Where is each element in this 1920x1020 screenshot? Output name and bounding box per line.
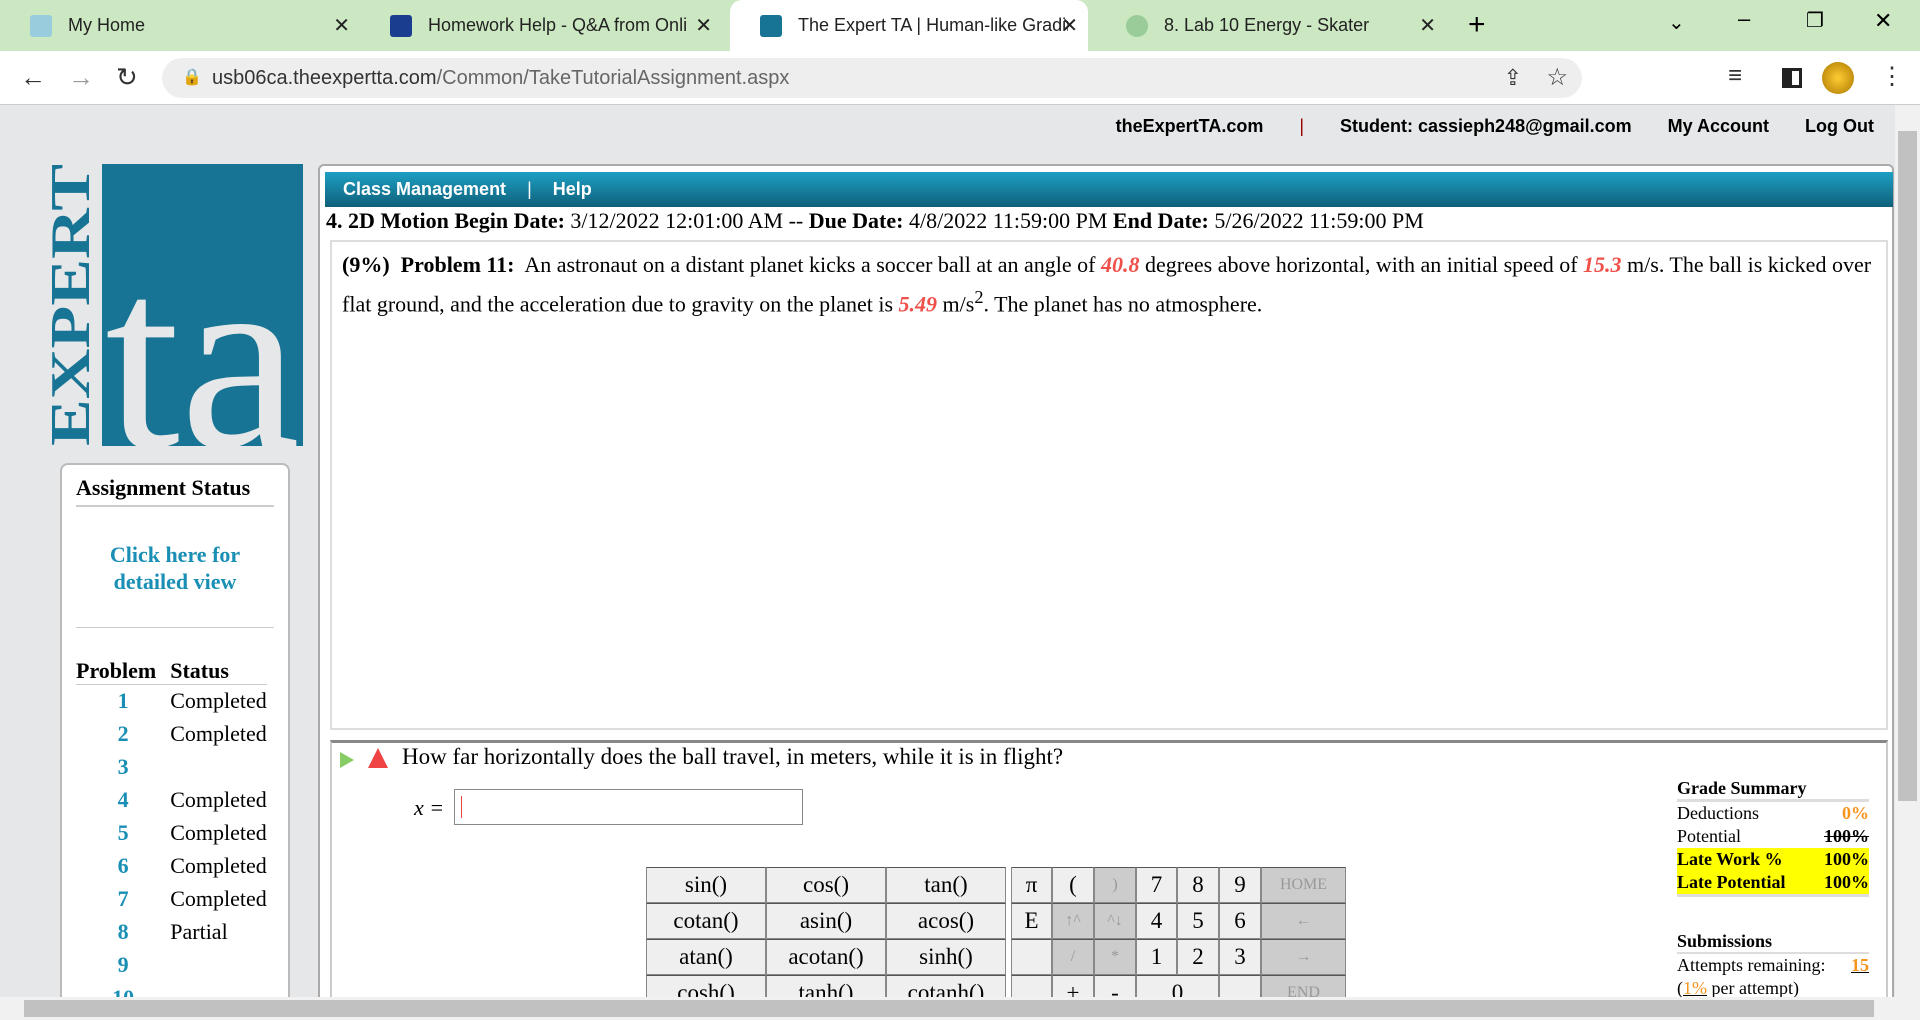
key-button[interactable]: E: [1011, 903, 1052, 939]
key-button[interactable]: sinh(): [886, 939, 1006, 975]
share-icon[interactable]: ⇪: [1504, 58, 1522, 98]
horizontal-scrollbar[interactable]: [0, 997, 1920, 1020]
my-account-link[interactable]: My Account: [1668, 116, 1769, 137]
expertta-icon: [760, 14, 782, 37]
tab-lab-energy[interactable]: 8. Lab 10 Energy - Skater ✕: [1096, 0, 1446, 51]
key-button[interactable]: HOME: [1261, 867, 1346, 903]
answer-label: x =: [414, 795, 445, 820]
table-row: 5 Completed: [117, 820, 267, 845]
menu-icon[interactable]: ⋮: [1880, 62, 1904, 91]
table-row: 3: [117, 754, 129, 779]
key-button[interactable]: 2: [1177, 939, 1219, 975]
table-row: 6 Completed: [117, 853, 267, 878]
key-button[interactable]: acos(): [886, 903, 1006, 939]
key-button[interactable]: →: [1261, 939, 1346, 975]
grade-summary: Grade Summary Deductions 0% Potential 100%…: [1677, 778, 1869, 998]
logout-link[interactable]: Log Out: [1805, 116, 1874, 137]
detailed-view-link[interactable]: Click here for detailed view: [62, 541, 288, 595]
key-button[interactable]: cotan(): [646, 903, 766, 939]
media-icon[interactable]: ≡: [1728, 62, 1742, 90]
expertta-logo: EXPERT ta: [47, 164, 303, 446]
key-button[interactable]: ↑^: [1052, 903, 1094, 939]
tab-expert-ta[interactable]: The Expert TA | Human-like Grading ✕: [730, 0, 1088, 51]
key-button[interactable]: asin(): [766, 903, 886, 939]
key-button[interactable]: tan(): [886, 867, 1006, 903]
tab-bar: My Home ✕ Homework Help - Q&A from Online…: [0, 0, 1920, 51]
table-row: 9: [117, 952, 129, 977]
assignment-status-panel: Assignment Status Click here for detaile…: [60, 463, 290, 1010]
forward-icon[interactable]: →: [68, 62, 94, 93]
avatar[interactable]: [1822, 62, 1854, 94]
key-button[interactable]: (: [1052, 867, 1094, 903]
tab-homework-help[interactable]: Homework Help - Q&A from Online ✕: [360, 0, 722, 51]
assignment-status-title: Assignment Status: [76, 475, 274, 507]
key-button[interactable]: 6: [1219, 903, 1261, 939]
key-button[interactable]: 7: [1136, 867, 1177, 903]
restore-button[interactable]: ❐: [1806, 8, 1824, 33]
sidepanel-icon[interactable]: [1782, 68, 1802, 88]
close-icon[interactable]: ✕: [1419, 13, 1436, 38]
warning-icon: [368, 748, 388, 768]
svg-text:ta: ta: [105, 215, 300, 446]
key-button[interactable]: /: [1052, 939, 1094, 975]
key-button[interactable]: cos(): [766, 867, 886, 903]
problem-statement: (9%) Problem 11: An astronaut on a dista…: [330, 240, 1888, 730]
star-shield-icon: [390, 14, 412, 37]
key-button[interactable]: π: [1011, 867, 1052, 903]
assignment-header: 4. 2D Motion Begin Date: 3/12/2022 12:01…: [326, 208, 1424, 233]
reload-icon[interactable]: ↻: [116, 62, 138, 93]
student-label: Student: cassieph248@gmail.com: [1340, 116, 1632, 136]
problem-status-table: Problem Status 1 Completed 2 Completed 3 4C…: [76, 658, 267, 1015]
key-button[interactable]: 1: [1136, 939, 1177, 975]
key-button[interactable]: ): [1094, 867, 1136, 903]
star-icon[interactable]: ☆: [1546, 58, 1568, 98]
table-row: 2 Completed: [117, 721, 267, 746]
lock-icon: 🔒: [182, 69, 202, 86]
site-icon: [30, 14, 52, 37]
key-button[interactable]: 8: [1177, 867, 1219, 903]
expand-icon[interactable]: [340, 752, 354, 768]
key-button[interactable]: sin(): [646, 867, 766, 903]
key-button[interactable]: *: [1094, 939, 1136, 975]
url-input[interactable]: 🔒 usb06ca.theexpertta.com/Common/TakeTuto…: [162, 58, 1582, 98]
key-button[interactable]: ^↓: [1094, 903, 1136, 939]
key-button[interactable]: 9: [1219, 867, 1261, 903]
minimize-button[interactable]: –: [1738, 6, 1750, 32]
help-link[interactable]: Help: [553, 179, 592, 199]
key-button[interactable]: ←: [1261, 903, 1346, 939]
table-row: 8 Partial: [117, 919, 228, 944]
table-row: 1 Completed: [117, 688, 267, 714]
key-button[interactable]: atan(): [646, 939, 766, 975]
question-text: How far horizontally does the ball trave…: [402, 744, 1064, 769]
class-management-link[interactable]: Class Management: [343, 179, 506, 199]
key-button[interactable]: 5: [1177, 903, 1219, 939]
close-icon[interactable]: ✕: [333, 13, 350, 38]
svg-text:EXPERT: EXPERT: [47, 164, 102, 446]
tab-my-home[interactable]: My Home ✕: [0, 0, 360, 51]
close-icon[interactable]: ✕: [1061, 13, 1078, 38]
table-row: 4 Completed: [117, 787, 267, 812]
answer-input[interactable]: [454, 789, 803, 825]
divider: [76, 627, 274, 628]
close-window-button[interactable]: ✕: [1874, 8, 1892, 34]
phet-icon: [1126, 14, 1148, 37]
key-button[interactable]: [1011, 939, 1052, 975]
back-icon[interactable]: ←: [20, 62, 46, 93]
key-button[interactable]: acotan(): [766, 939, 886, 975]
top-links: theExpertTA.com | Student: cassieph248@g…: [1115, 116, 1874, 137]
menu-bar: Class Management | Help: [325, 172, 1893, 207]
key-button[interactable]: 3: [1219, 939, 1261, 975]
tab-search-icon[interactable]: ⌄: [1668, 10, 1685, 35]
table-row: 7 Completed: [117, 886, 267, 911]
vertical-scrollbar[interactable]: [1895, 105, 1920, 997]
site-link[interactable]: theExpertTA.com: [1116, 116, 1264, 137]
close-icon[interactable]: ✕: [695, 13, 712, 38]
new-tab-button[interactable]: +: [1468, 8, 1486, 42]
key-button[interactable]: 4: [1136, 903, 1177, 939]
